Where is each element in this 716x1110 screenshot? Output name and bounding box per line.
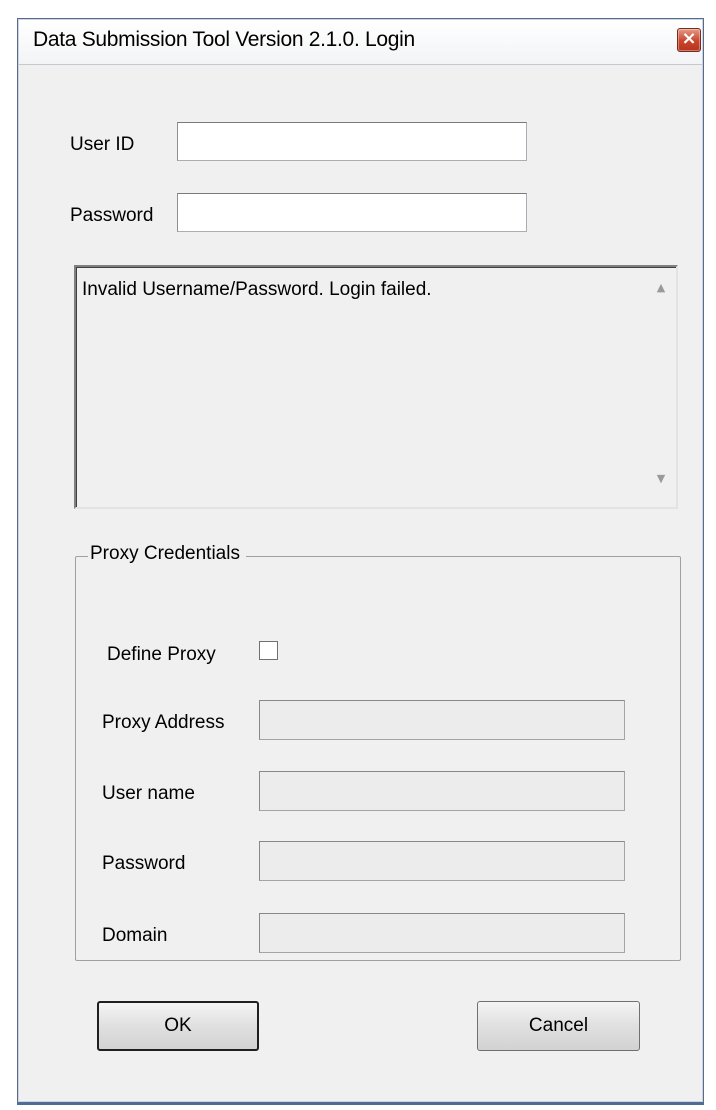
close-button[interactable]: × bbox=[677, 28, 701, 52]
password-label: Password bbox=[70, 205, 154, 226]
proxy-username-label: User name bbox=[102, 783, 195, 804]
define-proxy-label: Define Proxy bbox=[107, 644, 216, 665]
cancel-button[interactable]: Cancel bbox=[477, 1001, 640, 1051]
status-message-box[interactable]: Invalid Username/Password. Login failed.… bbox=[74, 265, 678, 509]
window-title: Data Submission Tool Version 2.1.0. Logi… bbox=[33, 28, 415, 51]
proxy-username-field[interactable] bbox=[259, 771, 625, 811]
proxy-password-field[interactable] bbox=[259, 841, 625, 881]
login-dialog: Data Submission Tool Version 2.1.0. Logi… bbox=[17, 18, 704, 1103]
proxy-address-label: Proxy Address bbox=[102, 712, 225, 733]
title-bar[interactable]: Data Submission Tool Version 2.1.0. Logi… bbox=[19, 20, 702, 65]
user-id-label: User ID bbox=[70, 134, 135, 155]
proxy-address-field[interactable] bbox=[259, 700, 625, 740]
define-proxy-checkbox[interactable] bbox=[259, 641, 278, 660]
password-input[interactable] bbox=[177, 193, 527, 232]
user-id-input[interactable] bbox=[177, 122, 527, 161]
status-message-text: Invalid Username/Password. Login failed. bbox=[82, 279, 432, 300]
proxy-domain-field[interactable] bbox=[259, 913, 625, 953]
proxy-credentials-group: Proxy Credentials Define Proxy Proxy Add… bbox=[75, 543, 681, 961]
scroll-down-arrow-icon[interactable]: ▼ bbox=[654, 472, 668, 486]
close-icon: × bbox=[681, 28, 697, 49]
scroll-up-arrow-icon[interactable]: ▲ bbox=[654, 281, 668, 295]
proxy-credentials-title: Proxy Credentials bbox=[88, 543, 246, 565]
ok-button[interactable]: OK bbox=[97, 1001, 259, 1051]
